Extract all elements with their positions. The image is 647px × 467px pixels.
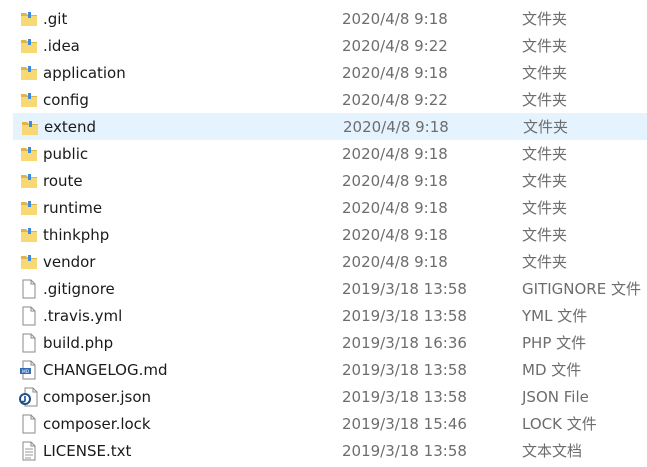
file-date-modified: 2020/4/8 9:18 xyxy=(342,63,448,82)
file-date-modified: 2020/4/8 9:18 xyxy=(342,144,448,163)
file-name: CHANGELOG.md xyxy=(43,360,168,379)
text-file-icon xyxy=(19,441,39,461)
file-icon xyxy=(19,279,39,299)
file-row[interactable]: application 2020/4/8 9:18 文件夹 xyxy=(13,59,647,86)
file-row[interactable]: composer.lock 2019/3/18 15:46 LOCK 文件 xyxy=(13,410,647,437)
folder-icon xyxy=(19,9,39,29)
file-type: 文件夹 xyxy=(522,226,568,244)
file-icon xyxy=(19,414,39,434)
file-type: PHP 文件 xyxy=(522,334,587,352)
file-row[interactable]: LICENSE.txt 2019/3/18 13:58 文本文档 xyxy=(13,437,647,464)
file-type: 文件夹 xyxy=(522,64,568,82)
folder-icon xyxy=(19,198,39,218)
folder-icon xyxy=(20,118,40,138)
file-date-modified: 2020/4/8 9:22 xyxy=(342,90,448,109)
file-type: 文件夹 xyxy=(522,172,568,190)
file-row[interactable]: .idea 2020/4/8 9:22 文件夹 xyxy=(13,32,647,59)
file-date-modified: 2019/3/18 16:36 xyxy=(342,333,467,352)
file-row[interactable]: build.php 2019/3/18 16:36 PHP 文件 xyxy=(13,329,647,356)
file-row[interactable]: composer.json 2019/3/18 13:58 JSON File xyxy=(13,383,647,410)
file-date-modified: 2019/3/18 13:58 xyxy=(342,279,467,298)
file-type: 文件夹 xyxy=(523,118,569,136)
file-date-modified: 2020/4/8 9:18 xyxy=(342,171,448,190)
file-type: 文本文档 xyxy=(522,442,583,460)
markdown-file-icon: MD xyxy=(19,360,39,380)
file-type: 文件夹 xyxy=(522,10,568,28)
file-icon xyxy=(19,306,39,326)
file-type: 文件夹 xyxy=(522,91,568,109)
file-name: .travis.yml xyxy=(43,306,123,325)
file-date-modified: 2020/4/8 9:22 xyxy=(342,36,448,55)
file-row[interactable]: vendor 2020/4/8 9:18 文件夹 xyxy=(13,248,647,275)
file-name: config xyxy=(43,90,89,109)
folder-icon xyxy=(19,252,39,272)
file-name: .idea xyxy=(43,36,80,55)
folder-icon xyxy=(19,90,39,110)
file-date-modified: 2020/4/8 9:18 xyxy=(343,117,449,136)
file-row[interactable]: config 2020/4/8 9:22 文件夹 xyxy=(13,86,647,113)
file-date-modified: 2020/4/8 9:18 xyxy=(342,252,448,271)
file-type: GITIGNORE 文件 xyxy=(522,280,641,298)
file-list: .git 2020/4/8 9:18 文件夹 .idea 2020/4/8 9:22 文件… xyxy=(0,0,647,467)
file-row[interactable]: runtime 2020/4/8 9:18 文件夹 xyxy=(13,194,647,221)
file-name: composer.json xyxy=(43,387,152,406)
file-type: 文件夹 xyxy=(522,253,568,271)
file-date-modified: 2019/3/18 13:58 xyxy=(342,360,467,379)
file-name: .git xyxy=(43,9,68,28)
file-date-modified: 2019/3/18 13:58 xyxy=(342,306,467,325)
file-name: extend xyxy=(44,117,96,136)
file-type: 文件夹 xyxy=(522,145,568,163)
file-type: 文件夹 xyxy=(522,199,568,217)
file-name: LICENSE.txt xyxy=(43,441,132,460)
svg-text:MD: MD xyxy=(22,369,30,375)
file-name: vendor xyxy=(43,252,96,271)
file-row[interactable]: extend 2020/4/8 9:18 文件夹 xyxy=(13,113,647,140)
file-date-modified: 2019/3/18 13:58 xyxy=(342,441,467,460)
file-row[interactable]: .travis.yml 2019/3/18 13:58 YML 文件 xyxy=(13,302,647,329)
file-date-modified: 2019/3/18 15:46 xyxy=(342,414,467,433)
file-date-modified: 2020/4/8 9:18 xyxy=(342,225,448,244)
file-name: application xyxy=(43,63,126,82)
file-type: JSON File xyxy=(522,387,589,406)
folder-icon xyxy=(19,36,39,56)
file-name: route xyxy=(43,171,83,190)
file-icon xyxy=(19,333,39,353)
file-name: build.php xyxy=(43,333,114,352)
file-date-modified: 2019/3/18 13:58 xyxy=(342,387,467,406)
folder-icon xyxy=(19,144,39,164)
file-row[interactable]: MD CHANGELOG.md 2019/3/18 13:58 MD 文件 xyxy=(13,356,647,383)
file-type: YML 文件 xyxy=(522,307,588,325)
file-type: LOCK 文件 xyxy=(522,415,597,433)
folder-icon xyxy=(19,171,39,191)
file-name: runtime xyxy=(43,198,103,217)
file-date-modified: 2020/4/8 9:18 xyxy=(342,9,448,28)
file-name: public xyxy=(43,144,89,163)
file-type: 文件夹 xyxy=(522,37,568,55)
file-name: thinkphp xyxy=(43,225,110,244)
file-type: MD 文件 xyxy=(522,361,582,379)
folder-icon xyxy=(19,63,39,83)
file-row[interactable]: route 2020/4/8 9:18 文件夹 xyxy=(13,167,647,194)
file-name: composer.lock xyxy=(43,414,151,433)
file-date-modified: 2020/4/8 9:18 xyxy=(342,198,448,217)
file-row[interactable]: .git 2020/4/8 9:18 文件夹 xyxy=(13,5,647,32)
file-name: .gitignore xyxy=(43,279,115,298)
file-row[interactable]: thinkphp 2020/4/8 9:18 文件夹 xyxy=(13,221,647,248)
folder-icon xyxy=(19,225,39,245)
file-row[interactable]: public 2020/4/8 9:18 文件夹 xyxy=(13,140,647,167)
file-row[interactable]: .gitignore 2019/3/18 13:58 GITIGNORE 文件 xyxy=(13,275,647,302)
json-file-icon xyxy=(19,387,39,407)
